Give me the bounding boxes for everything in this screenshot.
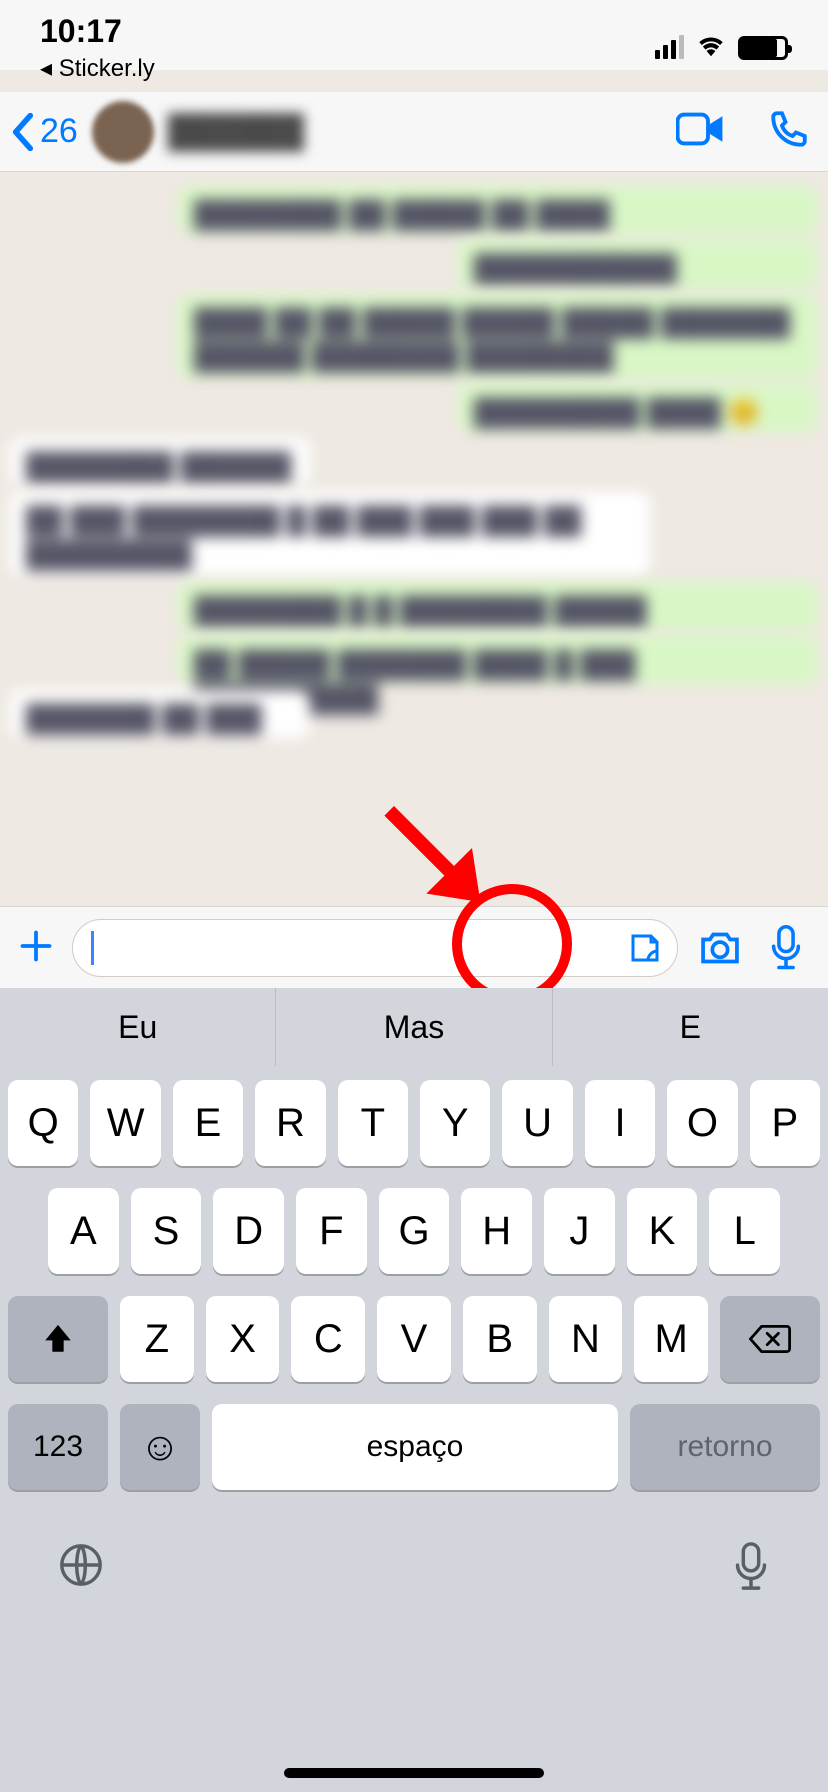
contact-avatar[interactable] — [92, 101, 154, 163]
camera-button[interactable] — [696, 924, 744, 972]
keyboard: QWERTYUIOP ASDFGHJKL ZXCVBNM 123 ☺ espaç… — [0, 1066, 828, 1792]
back-to-app[interactable]: ◂ Sticker.ly — [40, 54, 155, 83]
sent-message[interactable]: ███████████ — [458, 240, 818, 288]
globe-icon[interactable] — [58, 1542, 104, 1597]
key-m[interactable]: M — [634, 1296, 708, 1382]
status-time: 10:17 — [40, 13, 122, 50]
voice-call-icon[interactable] — [768, 108, 810, 155]
key-n[interactable]: N — [549, 1296, 623, 1382]
microphone-button[interactable] — [762, 924, 810, 972]
backspace-key[interactable] — [720, 1296, 820, 1382]
key-a[interactable]: A — [48, 1188, 119, 1274]
key-l[interactable]: L — [709, 1188, 780, 1274]
predictive-suggestion-3[interactable]: E — [553, 988, 828, 1066]
status-icons — [655, 32, 788, 64]
key-h[interactable]: H — [461, 1188, 532, 1274]
home-indicator[interactable] — [284, 1768, 544, 1778]
key-q[interactable]: Q — [8, 1080, 78, 1166]
unread-count: 26 — [40, 112, 78, 151]
key-v[interactable]: V — [377, 1296, 451, 1382]
key-o[interactable]: O — [667, 1080, 737, 1166]
sent-message[interactable]: ██ █████ ███████ ████ █ ███ ██████████ — [178, 636, 818, 684]
return-key[interactable]: retorno — [630, 1404, 820, 1490]
numbers-key[interactable]: 123 — [8, 1404, 108, 1490]
message-input-bar — [0, 906, 828, 988]
text-cursor — [91, 931, 94, 965]
video-call-icon[interactable] — [676, 112, 724, 151]
key-x[interactable]: X — [206, 1296, 280, 1382]
key-y[interactable]: Y — [420, 1080, 490, 1166]
key-z[interactable]: Z — [120, 1296, 194, 1382]
key-i[interactable]: I — [585, 1080, 655, 1166]
contact-name[interactable]: ██████ — [168, 113, 676, 150]
sent-message[interactable]: ████████ ██ █████ ██ ████ — [178, 186, 818, 234]
key-g[interactable]: G — [379, 1188, 450, 1274]
key-k[interactable]: K — [627, 1188, 698, 1274]
received-message[interactable]: ██ ███ ████████ █ ██ ███ ███ ███ ██ ████… — [10, 492, 650, 576]
cellular-signal-icon — [655, 37, 684, 59]
key-r[interactable]: R — [255, 1080, 325, 1166]
emoji-key[interactable]: ☺ — [120, 1404, 200, 1490]
received-message[interactable]: ████████ ██████ — [10, 438, 310, 486]
back-button[interactable]: 26 — [12, 112, 78, 151]
chat-header: 26 ██████ — [0, 92, 828, 172]
status-bar: 10:17 ◂ Sticker.ly — [0, 0, 828, 70]
battery-icon — [738, 36, 788, 60]
key-t[interactable]: T — [338, 1080, 408, 1166]
shift-key[interactable] — [8, 1296, 108, 1382]
wifi-icon — [696, 32, 726, 64]
key-e[interactable]: E — [173, 1080, 243, 1166]
message-input[interactable] — [72, 919, 678, 977]
key-b[interactable]: B — [463, 1296, 537, 1382]
key-p[interactable]: P — [750, 1080, 820, 1166]
sticker-button[interactable] — [623, 926, 667, 970]
key-c[interactable]: C — [291, 1296, 365, 1382]
dictation-icon[interactable] — [732, 1542, 770, 1597]
sent-message[interactable]: █████████ ████ 😊 — [458, 384, 818, 432]
received-message[interactable]: ███████ ██ ███ — [10, 690, 310, 738]
key-s[interactable]: S — [131, 1188, 202, 1274]
key-w[interactable]: W — [90, 1080, 160, 1166]
space-key[interactable]: espaço — [212, 1404, 618, 1490]
predictive-suggestion-1[interactable]: Eu — [0, 988, 276, 1066]
key-d[interactable]: D — [213, 1188, 284, 1274]
key-j[interactable]: J — [544, 1188, 615, 1274]
key-f[interactable]: F — [296, 1188, 367, 1274]
sent-message[interactable]: ████████ █ █ ████████ █████ — [178, 582, 818, 630]
predictive-suggestion-2[interactable]: Mas — [276, 988, 552, 1066]
chat-messages[interactable]: ████████ ██ █████ ██ ████ ███████████ ████… — [0, 172, 828, 906]
key-u[interactable]: U — [502, 1080, 572, 1166]
sent-message[interactable]: ████ ██ ██ █████ █████ █████ ███████ ███… — [178, 294, 818, 378]
predictive-bar: Eu Mas E — [0, 988, 828, 1066]
attach-button[interactable] — [18, 925, 54, 971]
